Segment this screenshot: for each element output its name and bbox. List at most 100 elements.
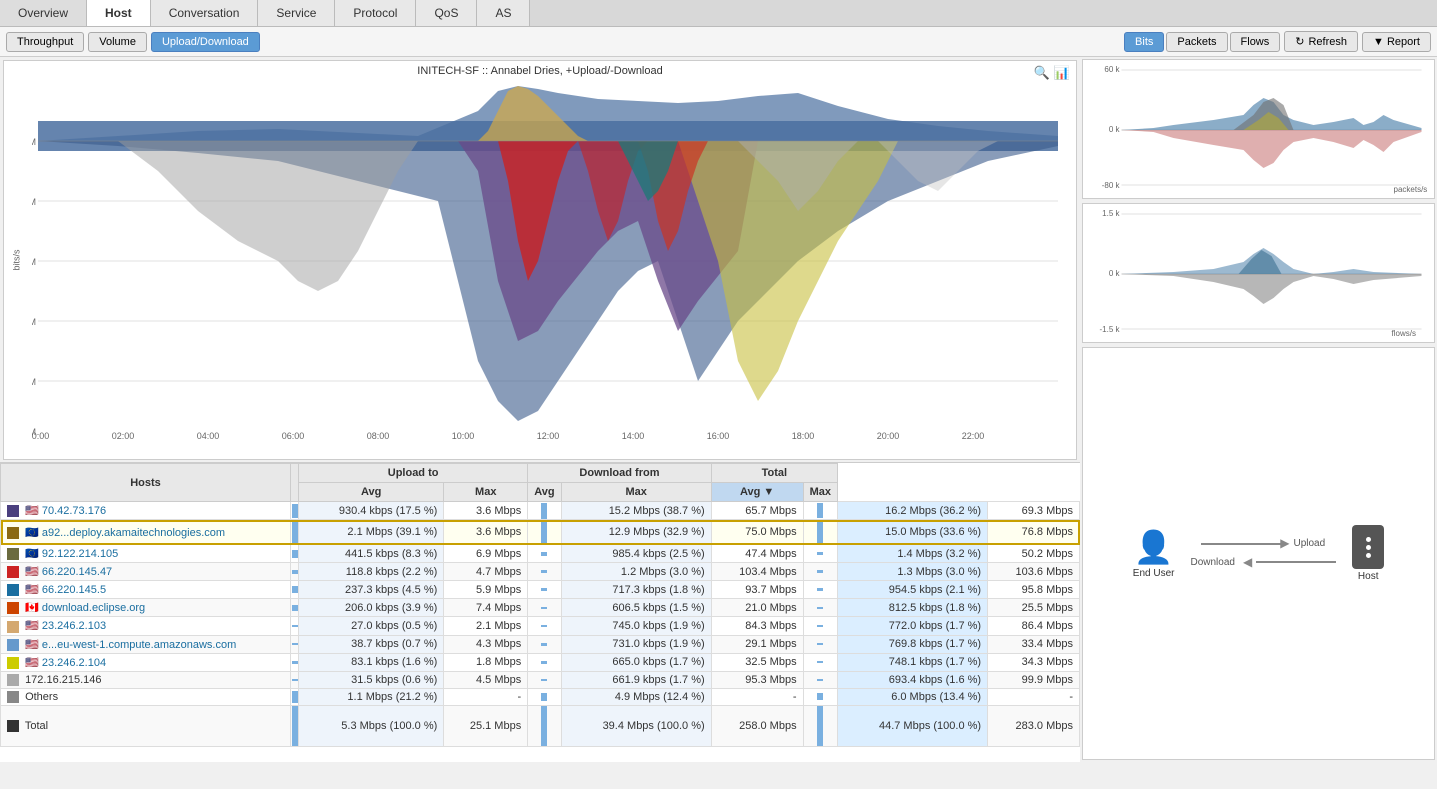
upload-avg-header: Avg <box>299 483 444 502</box>
host-cell[interactable]: 🇺🇸 23.246.2.104 <box>1 653 291 671</box>
total-bar <box>817 521 823 544</box>
hosts-header: Hosts <box>1 464 291 502</box>
bar-chart-icon[interactable]: 📊 <box>1054 65 1070 81</box>
download-max-cell: - <box>711 688 803 705</box>
report-button[interactable]: ▼ Report <box>1362 32 1431 52</box>
table-row[interactable]: 🇺🇸 66.220.145.5 237.3 kbps (4.5 %) 5.9 M… <box>1 581 1080 599</box>
volume-button[interactable]: Volume <box>88 32 147 52</box>
host-cell[interactable]: 🇺🇸 66.220.145.5 <box>1 581 291 599</box>
total-bar <box>817 552 823 555</box>
flag-icon: 🇺🇸 <box>25 584 39 596</box>
zoom-icon[interactable]: 🔍 <box>1034 65 1050 81</box>
download-max-cell: 65.7 Mbps <box>711 502 803 520</box>
refresh-button[interactable]: ↻ Refresh <box>1284 31 1358 52</box>
host-cell[interactable]: 🇪🇺 a92...deploy.akamaitechnologies.com <box>1 520 291 545</box>
total-bar <box>817 625 823 627</box>
table-row[interactable]: 🇨🇦 download.eclipse.org 206.0 kbps (3.9 … <box>1 599 1080 617</box>
download-max-cell: 103.4 Mbps <box>711 563 803 581</box>
host-cell[interactable]: 172.16.215.146 <box>1 671 291 688</box>
ud-layout: 👤 End User ▶ Upload Download ◀ <box>1133 525 1384 582</box>
total-avg-cell: 693.4 kbps (1.6 %) <box>837 671 987 688</box>
table-row[interactable]: 🇺🇸 23.246.2.104 83.1 kbps (1.6 %) 1.8 Mb… <box>1 653 1080 671</box>
flag-icon: 🇨🇦 <box>25 602 39 614</box>
download-avg-cell: 12.9 Mbps (32.9 %) <box>561 520 711 545</box>
host-cell[interactable]: 🇺🇸 70.42.73.176 <box>1 502 291 520</box>
table-row[interactable]: 🇺🇸 23.246.2.103 27.0 kbps (0.5 %) 2.1 Mb… <box>1 617 1080 635</box>
download-avg-header: Avg <box>528 483 561 502</box>
total-bar <box>817 570 823 573</box>
table-row[interactable]: 🇪🇺 a92...deploy.akamaitechnologies.com 2… <box>1 520 1080 545</box>
host-cell[interactable]: 🇪🇺 92.122.214.105 <box>1 545 291 563</box>
table-row[interactable]: 🇺🇸 70.42.73.176 930.4 kbps (17.5 %) 3.6 … <box>1 502 1080 520</box>
tab-protocol[interactable]: Protocol <box>335 0 416 26</box>
tab-service[interactable]: Service <box>258 0 335 26</box>
svg-text:flows/s: flows/s <box>1392 329 1416 338</box>
table-row[interactable]: Others 1.1 Mbps (21.2 %) - 4.9 Mbps (12.… <box>1 688 1080 705</box>
upload-header: Upload to <box>299 464 528 483</box>
upload-max-cell: 7.4 Mbps <box>444 599 528 617</box>
upload-max-cell: 6.9 Mbps <box>444 545 528 563</box>
table-row[interactable]: 🇺🇸 e...eu-west-1.compute.amazonaws.com 3… <box>1 635 1080 653</box>
total-max-cell: 34.3 Mbps <box>988 653 1080 671</box>
upload-arrow-row: ▶ Upload <box>1201 538 1325 549</box>
download-avg-cell: 717.3 kbps (1.8 %) <box>561 581 711 599</box>
upload-bar <box>292 625 298 627</box>
total-avg-cell: 772.0 kbps (1.7 %) <box>837 617 987 635</box>
upload-bar <box>292 706 298 746</box>
upload-avg-cell: 38.7 kbps (0.7 %) <box>299 635 444 653</box>
upload-max-header: Max <box>444 483 528 502</box>
host-cell[interactable]: 🇺🇸 23.246.2.103 <box>1 617 291 635</box>
table-row[interactable]: 🇺🇸 66.220.145.47 118.8 kbps (2.2 %) 4.7 … <box>1 563 1080 581</box>
upload-label: Upload <box>1293 538 1325 549</box>
throughput-button[interactable]: Throughput <box>6 32 84 52</box>
host-name: download.eclipse.org <box>42 602 145 614</box>
upload-bar <box>292 586 298 593</box>
svg-text:-80 k: -80 k <box>1102 181 1121 190</box>
packets-mini-chart: 60 k 0 k -80 k packets/s <box>1082 59 1435 199</box>
table-area: Hosts Upload to Download from Total Avg … <box>0 462 1080 762</box>
upload-max-cell: 5.9 Mbps <box>444 581 528 599</box>
chart-svg: 0 M -50 M -100 M -150 M -200 M -250 M <box>32 81 1077 441</box>
upload-avg-cell: 5.3 Mbps (100.0 %) <box>299 705 444 746</box>
packets-button[interactable]: Packets <box>1166 32 1227 52</box>
total-max-cell: 33.4 Mbps <box>988 635 1080 653</box>
total-max-cell: 103.6 Mbps <box>988 563 1080 581</box>
tab-host[interactable]: Host <box>87 0 151 26</box>
download-bar <box>541 679 547 681</box>
svg-text:08:00: 08:00 <box>367 431 390 441</box>
bits-button[interactable]: Bits <box>1124 32 1164 52</box>
upload-avg-cell: 930.4 kbps (17.5 %) <box>299 502 444 520</box>
host-color-indicator <box>7 657 19 669</box>
download-avg-cell: 745.0 kbps (1.9 %) <box>561 617 711 635</box>
upload-avg-cell: 237.3 kbps (4.5 %) <box>299 581 444 599</box>
download-max-cell: 21.0 Mbps <box>711 599 803 617</box>
upload-max-cell: 1.8 Mbps <box>444 653 528 671</box>
download-bar <box>541 661 547 664</box>
upload-bar <box>292 643 298 645</box>
host-name: Total <box>25 720 48 732</box>
table-row[interactable]: 🇪🇺 92.122.214.105 441.5 kbps (8.3 %) 6.9… <box>1 545 1080 563</box>
top-navigation: Overview Host Conversation Service Proto… <box>0 0 1437 27</box>
flag-icon: 🇺🇸 <box>25 657 39 669</box>
flag-icon: 🇺🇸 <box>25 505 39 517</box>
host-cell[interactable]: 🇺🇸 e...eu-west-1.compute.amazonaws.com <box>1 635 291 653</box>
flag-icon: 🇺🇸 <box>25 566 39 578</box>
upload-download-button[interactable]: Upload/Download <box>151 32 260 52</box>
tab-as[interactable]: AS <box>477 0 530 26</box>
upload-avg-cell: 118.8 kbps (2.2 %) <box>299 563 444 581</box>
table-row[interactable]: Total 5.3 Mbps (100.0 %) 25.1 Mbps 39.4 … <box>1 705 1080 746</box>
tab-conversation[interactable]: Conversation <box>151 0 259 26</box>
host-cell[interactable]: 🇺🇸 66.220.145.47 <box>1 563 291 581</box>
upload-max-cell: 3.6 Mbps <box>444 520 528 545</box>
host-color-indicator <box>7 602 19 614</box>
tab-qos[interactable]: QoS <box>416 0 477 26</box>
download-avg-cell: 39.4 Mbps (100.0 %) <box>561 705 711 746</box>
upload-max-cell: 2.1 Mbps <box>444 617 528 635</box>
upload-bar <box>292 661 298 664</box>
tab-overview[interactable]: Overview <box>0 0 87 26</box>
host-cell[interactable]: 🇨🇦 download.eclipse.org <box>1 599 291 617</box>
flows-button[interactable]: Flows <box>1230 32 1281 52</box>
host-color-indicator <box>7 691 19 703</box>
table-row[interactable]: 172.16.215.146 31.5 kbps (0.6 %) 4.5 Mbp… <box>1 671 1080 688</box>
download-max-cell: 29.1 Mbps <box>711 635 803 653</box>
